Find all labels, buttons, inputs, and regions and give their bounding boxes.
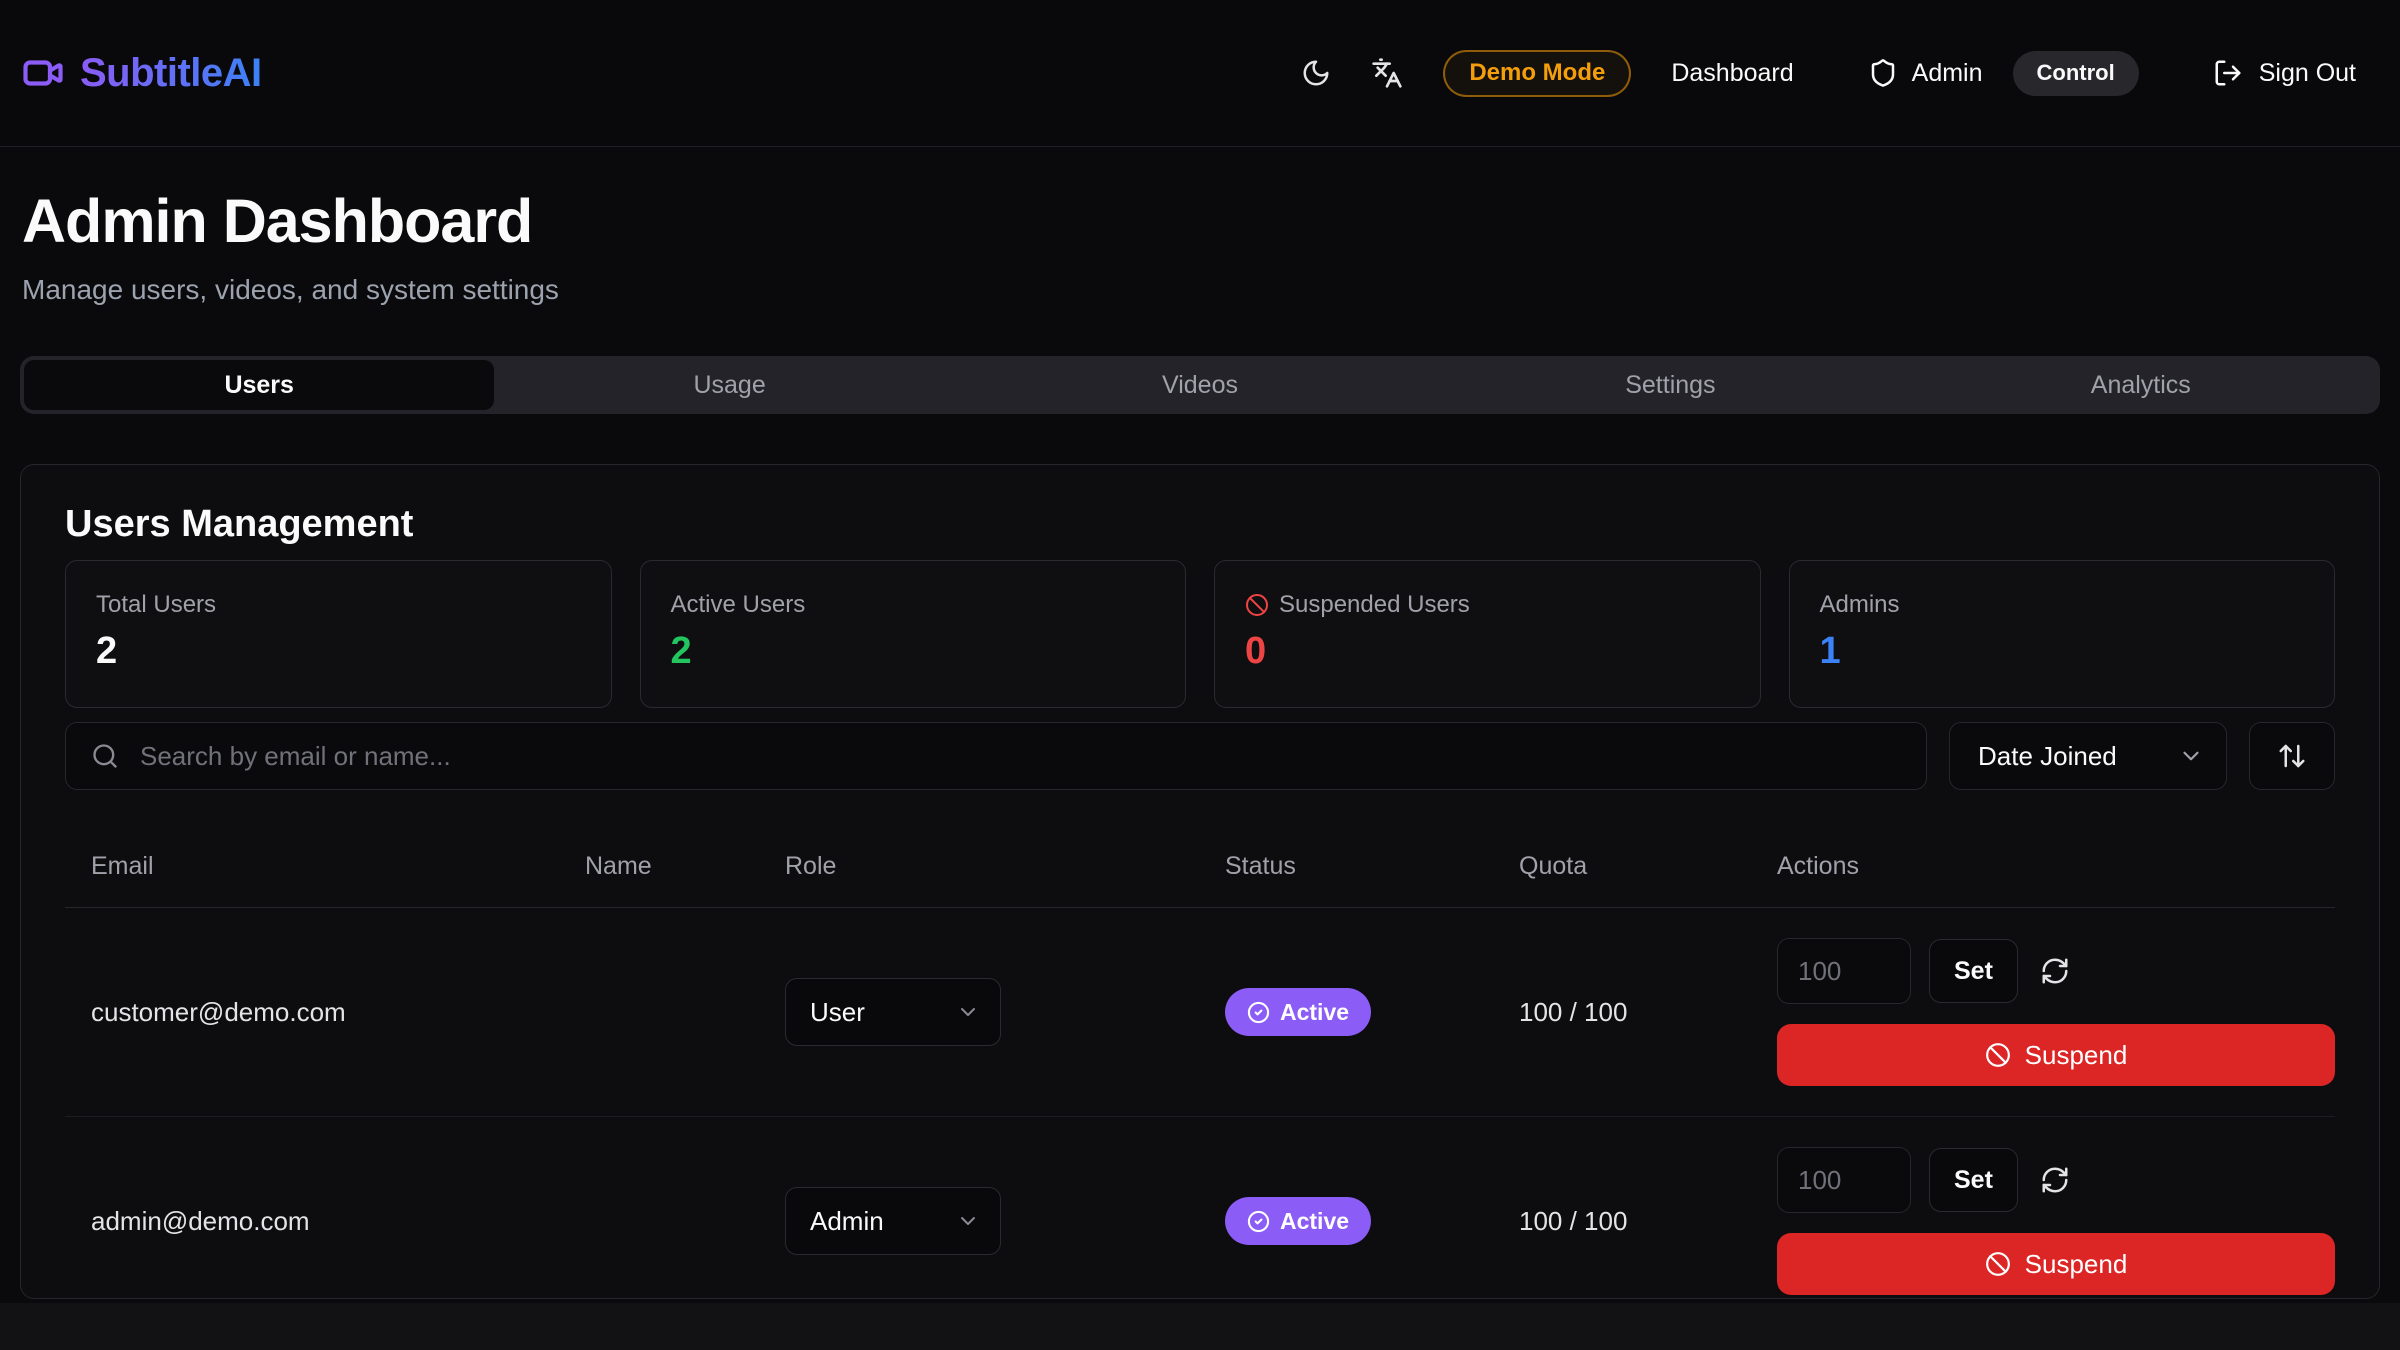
circle-check-icon: [1247, 1210, 1270, 1233]
set-quota-button[interactable]: Set: [1929, 1148, 2018, 1212]
col-header-name: Name: [585, 852, 785, 881]
stat-value: 0: [1245, 629, 1730, 675]
page-subtitle: Manage users, videos, and system setting…: [22, 274, 2378, 306]
dashboard-link[interactable]: Dashboard: [1671, 59, 1793, 88]
top-nav: Demo Mode Dashboard Admin Control Sign O…: [1301, 50, 2356, 97]
brand: SubtitleAI: [22, 51, 262, 96]
stat-label: Suspended Users: [1279, 591, 1470, 619]
stat-label: Total Users: [96, 591, 581, 619]
table-header-row: Email Name Role Status Quota Actions: [65, 852, 2335, 908]
arrow-up-down-icon: [2277, 741, 2307, 771]
refresh-quota-button[interactable]: [2040, 956, 2070, 986]
sort-direction-button[interactable]: [2249, 722, 2335, 790]
tab-usage[interactable]: Usage: [494, 360, 964, 410]
languages-icon: [1371, 57, 1403, 89]
quota-value: 100 / 100: [1519, 1206, 1777, 1237]
chevron-down-icon: [956, 1000, 980, 1024]
tab-bar: Users Usage Videos Settings Analytics: [20, 356, 2380, 414]
col-header-role: Role: [785, 852, 1225, 881]
user-email: admin@demo.com: [65, 1206, 585, 1237]
page-heading: Admin Dashboard Manage users, videos, an…: [0, 147, 2400, 306]
quota-input[interactable]: [1777, 938, 1911, 1004]
col-header-status: Status: [1225, 852, 1519, 881]
role-value: Admin: [810, 1206, 884, 1237]
shield-icon: [1868, 58, 1898, 88]
sort-field-value: Date Joined: [1978, 741, 2117, 772]
col-header-email: Email: [65, 852, 585, 881]
filter-row: Date Joined: [65, 722, 2335, 790]
admin-role-indicator: Admin Control: [1868, 51, 2139, 96]
stat-active-users: Active Users 2: [640, 560, 1187, 708]
table-row: customer@demo.com User Active 100: [65, 908, 2335, 1117]
refresh-quota-button[interactable]: [2040, 1165, 2070, 1195]
col-header-quota: Quota: [1519, 852, 1777, 881]
admin-label: Admin: [1912, 59, 1983, 88]
ban-icon: [1245, 593, 1269, 617]
stat-label: Active Users: [671, 591, 1156, 619]
users-table: Email Name Role Status Quota Actions cus…: [65, 852, 2335, 1299]
control-badge: Control: [2013, 51, 2139, 96]
ban-icon: [1985, 1042, 2011, 1068]
user-email: customer@demo.com: [65, 997, 585, 1028]
status-label: Active: [1280, 999, 1349, 1026]
sort-field-select[interactable]: Date Joined: [1949, 722, 2227, 790]
moon-icon: [1301, 58, 1331, 88]
theme-toggle-button[interactable]: [1301, 58, 1331, 88]
sign-out-button[interactable]: Sign Out: [2213, 58, 2356, 88]
circle-check-icon: [1247, 1001, 1270, 1024]
section-title: Users Management: [65, 503, 2335, 546]
set-quota-button[interactable]: Set: [1929, 939, 2018, 1003]
stat-value: 2: [96, 629, 581, 675]
status-badge: Active: [1225, 988, 1371, 1036]
actions-cell: Set Suspend: [1777, 938, 2335, 1086]
table-row: admin@demo.com Admin Active 100 /: [65, 1117, 2335, 1299]
tab-analytics[interactable]: Analytics: [1906, 360, 2376, 410]
tab-users[interactable]: Users: [24, 360, 494, 410]
refresh-icon: [2040, 1165, 2070, 1195]
page-bottom-strip: [0, 1303, 2400, 1350]
chevron-down-icon: [956, 1209, 980, 1233]
search-input[interactable]: [65, 722, 1927, 790]
search-icon: [91, 742, 119, 770]
language-button[interactable]: [1371, 57, 1403, 89]
tab-videos[interactable]: Videos: [965, 360, 1435, 410]
stat-value: 1: [1820, 629, 2305, 675]
stat-label: Admins: [1820, 591, 2305, 619]
stat-admins: Admins 1: [1789, 560, 2336, 708]
search-box: [65, 722, 1927, 790]
sign-out-label: Sign Out: [2259, 59, 2356, 88]
stats-row: Total Users 2 Active Users 2 Suspended U…: [65, 560, 2335, 708]
quota-value: 100 / 100: [1519, 997, 1777, 1028]
suspend-label: Suspend: [2025, 1040, 2128, 1071]
col-header-actions: Actions: [1777, 852, 2335, 881]
stat-value: 2: [671, 629, 1156, 675]
suspend-button[interactable]: Suspend: [1777, 1024, 2335, 1086]
page-title: Admin Dashboard: [22, 191, 2378, 252]
status-badge: Active: [1225, 1197, 1371, 1245]
stat-total-users: Total Users 2: [65, 560, 612, 708]
refresh-icon: [2040, 956, 2070, 986]
role-value: User: [810, 997, 865, 1028]
tab-settings[interactable]: Settings: [1435, 360, 1905, 410]
status-label: Active: [1280, 1208, 1349, 1235]
app-logo-text: SubtitleAI: [80, 51, 262, 96]
top-header: SubtitleAI Demo Mode Dashboard Admin Con…: [0, 0, 2400, 147]
chevron-down-icon: [2178, 743, 2204, 769]
quota-input[interactable]: [1777, 1147, 1911, 1213]
video-camera-icon: [22, 52, 64, 94]
stat-suspended-users: Suspended Users 0: [1214, 560, 1761, 708]
role-select[interactable]: Admin: [785, 1187, 1001, 1255]
suspend-button[interactable]: Suspend: [1777, 1233, 2335, 1295]
ban-icon: [1985, 1251, 2011, 1277]
suspend-label: Suspend: [2025, 1249, 2128, 1280]
log-out-icon: [2213, 58, 2243, 88]
actions-cell: Set Suspend: [1777, 1147, 2335, 1295]
role-select[interactable]: User: [785, 978, 1001, 1046]
users-management-card: Users Management Total Users 2 Active Us…: [20, 464, 2380, 1299]
demo-mode-badge: Demo Mode: [1443, 50, 1631, 97]
